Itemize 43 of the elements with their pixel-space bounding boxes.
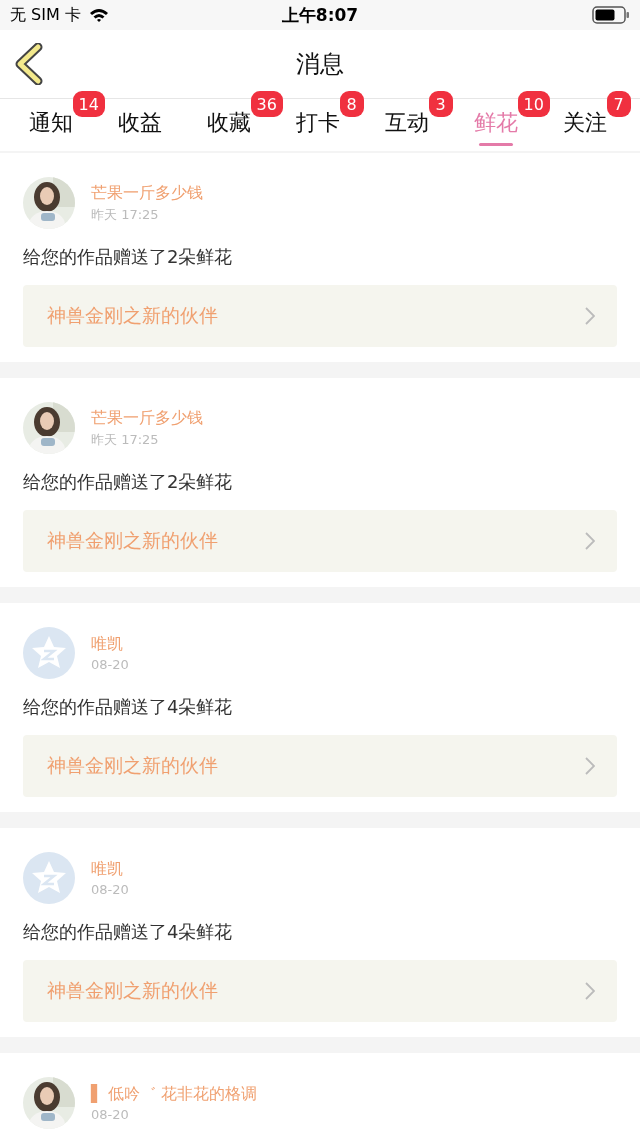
- work-title: 神兽金刚之新的伙伴: [47, 753, 218, 778]
- message-time: 08-20: [91, 882, 129, 897]
- count-badge: 3: [428, 91, 453, 117]
- count-badge: 10: [517, 91, 550, 117]
- work-title: 神兽金刚之新的伙伴: [47, 528, 218, 553]
- status-time: 上午8:07: [281, 3, 359, 27]
- battery-icon: [592, 6, 630, 24]
- message-time: 08-20: [91, 1107, 130, 1122]
- page-title: 消息: [296, 49, 344, 80]
- count-badge: 8: [339, 91, 364, 117]
- tab-underline: [478, 143, 513, 146]
- message-text: 给您的作品赠送了4朵鲜花: [23, 695, 234, 719]
- count-badge: 7: [606, 91, 631, 117]
- tab[interactable]: 互动: [384, 103, 429, 143]
- avatar-icon: [23, 852, 75, 904]
- tab[interactable]: 打卡: [295, 103, 340, 143]
- tab[interactable]: 收益: [117, 103, 162, 143]
- tab[interactable]: 收藏: [206, 103, 251, 143]
- sender-name: ▌ 低吟゛ 花非花的格调: [91, 1084, 258, 1105]
- wifi-icon: [88, 8, 109, 22]
- work-title: 神兽金刚之新的伙伴: [47, 978, 218, 1003]
- count-badge: 36: [250, 91, 283, 117]
- chevron-right-icon: [585, 532, 595, 550]
- back-button[interactable]: [14, 43, 44, 85]
- message-text: 给您的作品赠送了4朵鲜花: [23, 920, 234, 944]
- carrier-text: 无 SIM 卡: [10, 4, 81, 26]
- sender-name: 唯凯: [91, 859, 124, 880]
- sender-name: 芒果一斤多少钱: [91, 182, 203, 204]
- avatar-icon: [23, 627, 75, 679]
- work-title: 神兽金刚之新的伙伴: [47, 303, 218, 328]
- tab[interactable]: 通知: [28, 103, 73, 143]
- sender-name: 唯凯: [91, 634, 124, 655]
- message-time: 昨天 17:25: [91, 430, 160, 449]
- count-badge: 14: [72, 91, 105, 117]
- message-time: 昨天 17:25: [91, 205, 160, 224]
- chevron-right-icon: [585, 757, 595, 775]
- message-text: 给您的作品赠送了2朵鲜花: [23, 470, 234, 494]
- message-time: 08-20: [91, 657, 129, 672]
- sender-name: 芒果一斤多少钱: [91, 407, 203, 429]
- chevron-right-icon: [585, 982, 595, 1000]
- tab[interactable]: 关注: [562, 103, 607, 143]
- chevron-right-icon: [585, 307, 595, 325]
- message-text: 给您的作品赠送了2朵鲜花: [23, 245, 234, 269]
